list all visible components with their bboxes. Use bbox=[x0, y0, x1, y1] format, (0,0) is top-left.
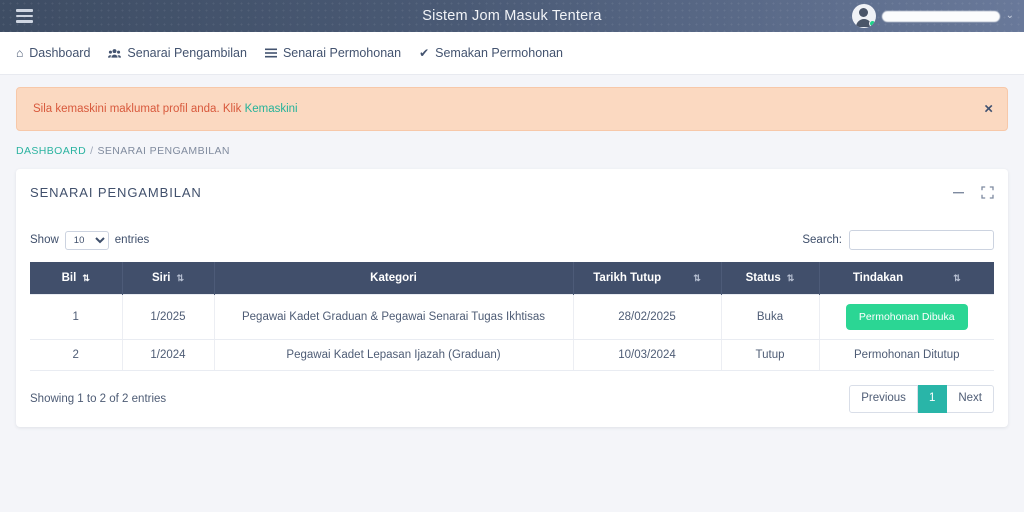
column-header-tarikh-tutup[interactable]: Tarikh Tutup ⇅ bbox=[573, 262, 722, 295]
search-input[interactable] bbox=[849, 230, 994, 250]
nav-item-label: Senarai Permohonan bbox=[282, 46, 402, 60]
breadcrumb-current: SENARAI PENGAMBILAN bbox=[97, 145, 230, 157]
chevron-down-icon[interactable]: ⌄ bbox=[1006, 11, 1014, 21]
pagination-page-1-button[interactable]: 1 bbox=[917, 385, 948, 413]
page-title: SENARAI PENGAMBILAN bbox=[30, 185, 202, 200]
nav-item-senarai-permohonan[interactable]: Senarai Permohonan bbox=[264, 46, 402, 60]
cell-tarikh-tutup: 28/02/2025 bbox=[573, 294, 722, 340]
search-label: Search: bbox=[802, 234, 842, 246]
column-header-kategori[interactable]: Kategori ⇅ bbox=[214, 262, 747, 295]
cell-tindakan: Permohonan Dibuka bbox=[819, 294, 994, 340]
nav-item-semakan-permohonan[interactable]: ✔ Semakan Permohonan bbox=[419, 46, 563, 60]
avatar bbox=[851, 4, 876, 28]
check-icon: ✔ bbox=[419, 46, 430, 60]
card-tools bbox=[952, 186, 994, 199]
nav-item-label: Semakan Permohonan bbox=[435, 46, 563, 60]
page-content: Sila kemaskini maklumat profil anda. Kli… bbox=[0, 75, 1024, 427]
nav-item-label: Senarai Pengambilan bbox=[127, 46, 247, 60]
alert-message: Sila kemaskini maklumat profil anda. Kli… bbox=[33, 103, 298, 115]
sort-icon: ⇅ bbox=[786, 272, 795, 283]
minus-icon[interactable] bbox=[952, 186, 965, 199]
nav-item-dashboard[interactable]: ⌂ Dashboard bbox=[16, 46, 90, 60]
sort-icon: ⇅ bbox=[176, 272, 185, 283]
home-icon: ⌂ bbox=[16, 46, 24, 60]
avatar-head bbox=[859, 8, 869, 17]
column-label: Tarikh Tutup bbox=[593, 272, 662, 284]
list-svg bbox=[264, 48, 277, 57]
online-status-dot bbox=[868, 20, 876, 27]
profile-update-alert: Sila kemaskini maklumat profil anda. Kli… bbox=[16, 87, 1008, 131]
cell-siri: 1/2024 bbox=[122, 339, 215, 371]
sort-icon: ⇅ bbox=[953, 272, 961, 283]
column-label: Status bbox=[745, 272, 781, 284]
list-icon bbox=[264, 48, 277, 59]
cell-tarikh-tutup: 10/03/2024 bbox=[573, 339, 722, 371]
breadcrumb-separator: / bbox=[90, 145, 94, 157]
table-row: 1 1/2025 Pegawai Kadet Graduan & Pegawai… bbox=[30, 294, 994, 340]
entries-info: Showing 1 to 2 of 2 entries bbox=[30, 392, 167, 405]
fullscreen-icon[interactable] bbox=[981, 186, 994, 199]
senarai-pengambilan-card: SENARAI PENGAMBILAN Show 10 entries Sear… bbox=[16, 169, 1008, 427]
table-header-row: Bil ⇅ Siri ⇅ Kategori ⇅ bbox=[30, 262, 994, 295]
pagination: Previous 1 Next bbox=[849, 385, 994, 413]
column-label: Tindakan bbox=[852, 272, 904, 284]
table-controls: Show 10 25 50 100 entries Search: bbox=[30, 230, 994, 250]
close-icon[interactable]: × bbox=[984, 102, 993, 117]
permohonan-dibuka-button[interactable]: Permohonan Dibuka bbox=[845, 304, 968, 330]
cell-kategori: Pegawai Kadet Graduan & Pegawai Senarai … bbox=[214, 294, 574, 340]
column-label: Bil bbox=[61, 272, 77, 284]
search-control: Search: bbox=[802, 230, 994, 250]
column-header-status[interactable]: Status ⇅ bbox=[721, 262, 820, 295]
username-redacted bbox=[881, 10, 1000, 22]
column-header-siri[interactable]: Siri ⇅ bbox=[122, 262, 215, 295]
sort-icon: ⇅ bbox=[693, 272, 701, 283]
cell-status: Buka bbox=[721, 294, 820, 340]
user-menu[interactable]: ⌄ bbox=[851, 0, 1014, 32]
minus-svg bbox=[953, 192, 964, 194]
users-group-icon bbox=[108, 48, 122, 59]
cell-bil: 1 bbox=[30, 294, 123, 340]
nav-item-label: Dashboard bbox=[29, 46, 91, 60]
column-header-tindakan[interactable]: Tindakan ⇅ bbox=[819, 262, 994, 295]
top-header-bar: Sistem Jom Masuk Tentera ⌄ bbox=[0, 0, 1024, 32]
pagination-previous-button[interactable]: Previous bbox=[849, 385, 918, 413]
entries-label: entries bbox=[114, 234, 150, 246]
fullscreen-svg bbox=[981, 186, 994, 199]
sort-asc-icon: ⇅ bbox=[82, 272, 90, 283]
table-body: 1 1/2025 Pegawai Kadet Graduan & Pegawai… bbox=[30, 294, 994, 371]
card-header: SENARAI PENGAMBILAN bbox=[30, 185, 994, 200]
cell-bil: 2 bbox=[30, 339, 123, 371]
senarai-pengambilan-table: Bil ⇅ Siri ⇅ Kategori ⇅ bbox=[30, 262, 994, 371]
alert-kemaskini-link[interactable]: Kemaskini bbox=[245, 103, 298, 115]
pagination-next-button[interactable]: Next bbox=[947, 385, 994, 413]
cell-siri: 1/2025 bbox=[122, 294, 215, 340]
alert-message-text: Sila kemaskini maklumat profil anda. Kli… bbox=[33, 103, 245, 115]
table-row: 2 1/2024 Pegawai Kadet Lepasan Ijazah (G… bbox=[30, 339, 994, 371]
column-header-bil[interactable]: Bil ⇅ bbox=[30, 262, 123, 295]
cell-kategori: Pegawai Kadet Lepasan Ijazah (Graduan) bbox=[214, 339, 574, 371]
show-entries-control: Show 10 25 50 100 entries bbox=[30, 230, 150, 250]
table-footer: Showing 1 to 2 of 2 entries Previous 1 N… bbox=[30, 385, 994, 413]
cell-tindakan: Permohonan Ditutup bbox=[819, 339, 994, 371]
cell-status: Tutup bbox=[721, 339, 820, 371]
column-label: Kategori bbox=[370, 272, 417, 284]
main-navigation: ⌂ Dashboard Senarai Pengambilan Senarai … bbox=[0, 32, 1024, 75]
table-head: Bil ⇅ Siri ⇅ Kategori ⇅ bbox=[30, 262, 994, 295]
breadcrumb: DASHBOARD / SENARAI PENGAMBILAN bbox=[16, 145, 1008, 157]
show-label: Show bbox=[30, 234, 59, 246]
column-label: Siri bbox=[151, 272, 171, 284]
nav-item-senarai-pengambilan[interactable]: Senarai Pengambilan bbox=[108, 46, 247, 60]
breadcrumb-dashboard-link[interactable]: DASHBOARD bbox=[16, 145, 86, 157]
page-length-select[interactable]: 10 25 50 100 bbox=[64, 230, 109, 250]
users-group-svg bbox=[108, 48, 122, 58]
